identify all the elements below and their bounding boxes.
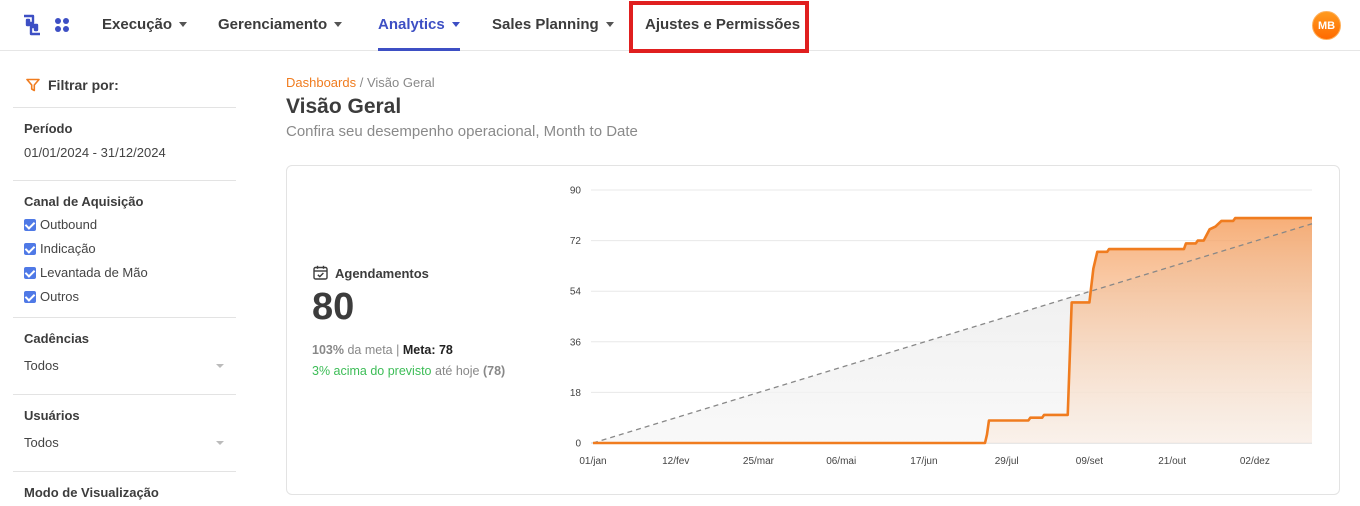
x-tick-label: 01/jan [579, 456, 606, 467]
y-tick-label: 72 [570, 236, 582, 247]
period-value[interactable]: 01/01/2024 - 31/12/2024 [24, 145, 166, 160]
chart-areas [593, 218, 1312, 443]
view-mode-label: Modo de Visualização [24, 485, 159, 500]
checkbox-label: Outbound [40, 217, 98, 232]
nav-gerenciamento[interactable]: Gerenciamento [218, 0, 343, 51]
checkbox-checked-icon[interactable] [24, 242, 36, 255]
chevron-down-icon [605, 21, 614, 27]
page-title: Visão Geral [286, 95, 402, 118]
chevron-down-icon [179, 21, 188, 27]
x-tick-label: 12/fev [662, 456, 689, 467]
filter-sidebar: Filtrar por: Período 01/01/2024 - 31/12/… [0, 51, 250, 506]
divider [13, 394, 236, 395]
users-select-value: Todos [24, 435, 59, 450]
x-axis-ticks: 01/jan 12/fev 25/mar 06/mai 17/jun 29/jul 09/s… [579, 456, 1270, 467]
checkbox-label: Outros [40, 289, 80, 304]
agendamentos-chart: 0 18 36 54 72 90 01/jan 12/fev 25/mar 06/mai 17/j… [570, 186, 1313, 467]
checkbox-indicacao[interactable]: Indicação [24, 241, 96, 257]
checkbox-label: Levantada de Mão [40, 265, 148, 280]
nav-analytics-label: Analytics [378, 16, 445, 33]
breadcrumb-separator: / [359, 75, 364, 90]
user-avatar[interactable]: MB [1312, 11, 1341, 40]
breadcrumb: Dashboards / Visão Geral [286, 75, 435, 90]
divider [13, 317, 236, 318]
chevron-down-icon [216, 364, 224, 368]
x-tick-label: 09/set [1076, 456, 1103, 467]
users-select[interactable]: Todos [24, 435, 224, 450]
checkbox-outbound[interactable]: Outbound [24, 217, 97, 233]
channel-label: Canal de Aquisição [24, 194, 144, 209]
x-tick-label: 17/jun [910, 456, 937, 467]
apps-grid-icon[interactable] [54, 17, 70, 33]
divider [13, 107, 236, 108]
breadcrumb-current: Visão Geral [366, 75, 435, 90]
nav-gerenciamento-label: Gerenciamento [218, 16, 328, 33]
checkbox-checked-icon[interactable] [24, 266, 36, 279]
top-navbar: Execução Gerenciamento Analytics Sales P… [0, 0, 1360, 53]
nav-sales-planning-label: Sales Planning [492, 16, 599, 33]
chevron-down-icon [216, 441, 224, 445]
x-tick-label: 21/out [1158, 456, 1186, 467]
checkbox-outros[interactable]: Outros [24, 289, 79, 305]
app-logo-icon[interactable] [22, 14, 42, 36]
nav-execucao[interactable]: Execução [102, 0, 188, 51]
x-tick-label: 02/dez [1240, 456, 1270, 467]
y-axis-ticks: 0 18 36 54 72 90 [570, 186, 582, 450]
chevron-down-icon [451, 21, 460, 27]
period-label: Período [24, 121, 73, 136]
y-tick-label: 0 [575, 439, 581, 450]
cadences-select-value: Todos [24, 358, 59, 373]
divider [13, 471, 236, 472]
checkbox-levantada-de-mao[interactable]: Levantada de Mão [24, 265, 148, 281]
x-tick-label: 25/mar [743, 456, 775, 467]
x-tick-label: 29/jul [995, 456, 1019, 467]
nav-execucao-label: Execução [102, 16, 173, 33]
x-tick-label: 06/mai [826, 456, 856, 467]
users-label: Usuários [24, 408, 80, 423]
checkbox-checked-icon[interactable] [24, 290, 36, 303]
y-tick-label: 36 [570, 337, 582, 348]
nav-sales-planning[interactable]: Sales Planning [492, 0, 614, 51]
filter-icon [26, 78, 40, 92]
breadcrumb-dashboards-link[interactable]: Dashboards [286, 75, 356, 90]
nav-analytics[interactable]: Analytics [378, 0, 460, 51]
y-tick-label: 90 [570, 186, 582, 197]
cadences-select[interactable]: Todos [24, 358, 224, 373]
highlight-box [629, 1, 809, 53]
y-tick-label: 18 [570, 388, 582, 399]
filter-title: Filtrar por: [26, 77, 119, 93]
cadences-label: Cadências [24, 331, 90, 346]
y-tick-label: 54 [570, 287, 582, 298]
checkbox-label: Indicação [40, 241, 96, 256]
checkbox-checked-icon[interactable] [24, 218, 36, 231]
divider [13, 180, 236, 181]
chevron-down-icon [334, 21, 343, 27]
page-subtitle: Confira seu desempenho operacional, Mont… [286, 123, 638, 140]
